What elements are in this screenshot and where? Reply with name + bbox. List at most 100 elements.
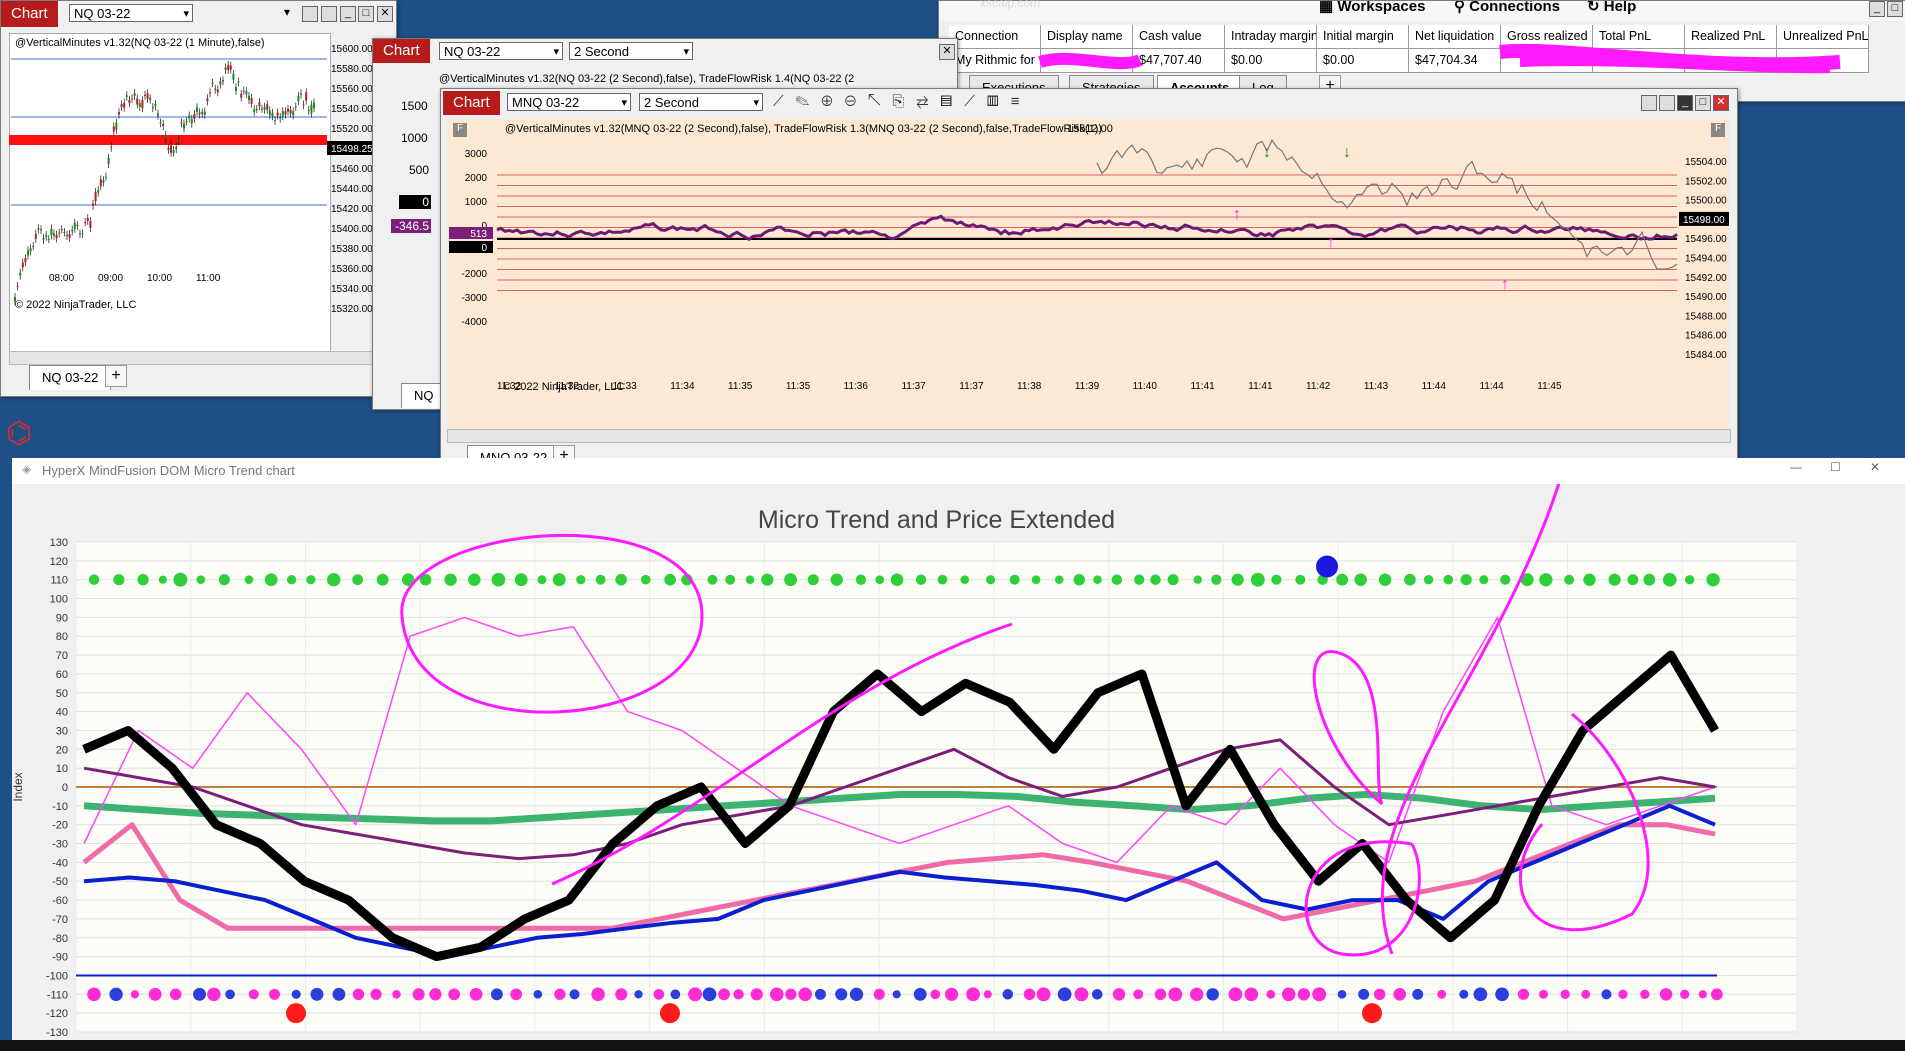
micro-trend-chart[interactable]: Micro Trend and Price Extended 130 120 110 1… [12, 484, 1905, 1042]
time-label: 11:37 [901, 381, 926, 392]
price-label: 15340.00 [331, 284, 373, 295]
chart-button[interactable]: Chart [1, 1, 58, 27]
candle [136, 98, 139, 105]
maximize-button[interactable]: □ [1695, 95, 1711, 111]
signal-dot [653, 988, 665, 1000]
candle [211, 82, 214, 84]
signal-dot [855, 574, 867, 585]
signal-dot [761, 573, 774, 586]
signal-dot [269, 988, 280, 1000]
tab-nq[interactable]: NQ 03-22 [29, 365, 112, 390]
f-button[interactable]: F [453, 123, 467, 137]
signal-dot [514, 573, 528, 587]
candle [229, 65, 232, 70]
add-tab-button[interactable]: + [105, 365, 127, 387]
horizontal-scrollbar[interactable] [9, 351, 391, 365]
signal-dot [1150, 574, 1161, 585]
y-tick-label: 40 [56, 707, 68, 719]
time-label: 11:44 [1479, 381, 1504, 392]
restore-button[interactable] [1641, 95, 1657, 111]
signal-dot [148, 987, 162, 1001]
chart-button[interactable]: Chart [373, 39, 430, 63]
signal-dot [890, 573, 904, 586]
signal-dot [1036, 987, 1051, 1002]
y-label: 1500 [401, 99, 428, 113]
time-label: 11:45 [1537, 381, 1562, 392]
signal-dot [1378, 573, 1392, 586]
interval-selector[interactable]: 2 Second [639, 93, 763, 112]
signal-dot [1074, 987, 1089, 1002]
minimize-button[interactable]: _ [340, 6, 356, 22]
toolbar-icons[interactable]: ⟋✎⊕⊖↖⎘⇄▤⟋▥≡ [773, 93, 1032, 110]
signal-dot [1685, 575, 1695, 585]
price-label: 15494.00 [1685, 254, 1727, 265]
horizontal-scrollbar[interactable] [447, 429, 1731, 443]
close-button[interactable]: ✕ [939, 44, 955, 60]
signal-dot [1206, 988, 1219, 1001]
indicator-label: @VerticalMinutes v1.32(NQ 03-22 (2 Secon… [439, 73, 855, 85]
signal-dot [1023, 988, 1036, 1001]
chevron-down-icon[interactable]: ▾ [284, 5, 290, 19]
candle [73, 222, 76, 229]
left-axis-label: 3000 [465, 149, 488, 160]
signal-dot [960, 575, 969, 584]
restore-button-2[interactable] [321, 6, 337, 22]
price-label: 15498.25 [331, 144, 373, 155]
signal-arrow-icon: ↓ [1263, 144, 1271, 161]
candle [175, 146, 178, 150]
f-button-right[interactable]: F [1711, 123, 1725, 137]
candle [183, 123, 185, 129]
signal-dot [670, 989, 681, 1000]
ninjatrader-desktop-icon[interactable]: ⌬ [6, 416, 50, 452]
candle [105, 176, 107, 178]
signal-dot [591, 987, 605, 1002]
restore-button-2[interactable] [1659, 95, 1675, 111]
y-tick-label: -50 [52, 876, 68, 888]
signal-dot [225, 989, 235, 1000]
instrument-selector[interactable]: NQ 03-22 [69, 4, 193, 23]
candle [149, 98, 152, 100]
zero-badge: 0 [399, 195, 431, 209]
time-label: 11:00 [196, 273, 221, 284]
restore-button[interactable] [302, 6, 318, 22]
minimize-button[interactable]: _ [1677, 95, 1693, 111]
candle [219, 81, 222, 85]
signal-dot [915, 574, 927, 585]
price-label: 15560.00 [331, 84, 373, 95]
candle [292, 111, 295, 116]
signal-dot [1231, 573, 1244, 586]
signal-dot [1112, 988, 1126, 1001]
y-tick-label: 30 [56, 725, 68, 737]
minimize-button[interactable]: — [1790, 460, 1802, 474]
candle [27, 250, 29, 256]
close-button[interactable]: ✕ [377, 6, 393, 22]
candle [97, 189, 100, 193]
interval-selector[interactable]: 2 Second [569, 42, 693, 61]
signal-dot [707, 574, 718, 585]
price-label: 15496.00 [1685, 234, 1727, 245]
signal-dot [835, 988, 848, 1001]
top-price-label: 15512.00 [1067, 123, 1113, 135]
close-button[interactable]: ✕ [1713, 95, 1729, 111]
time-label: 10:00 [147, 273, 172, 284]
candle [40, 229, 42, 231]
candle [281, 111, 284, 117]
candle [76, 224, 79, 226]
signal-dot [769, 987, 784, 1002]
instrument-selector[interactable]: MNQ 03-22 [507, 93, 631, 112]
chart-button[interactable]: Chart [443, 91, 500, 115]
signal-dot [158, 575, 167, 584]
close-button[interactable]: ✕ [1870, 460, 1880, 474]
y-tick-label: 70 [56, 650, 68, 662]
y-tick-label: -10 [52, 801, 68, 813]
instrument-selector[interactable]: NQ 03-22 [439, 42, 563, 61]
candle [180, 122, 183, 124]
maximize-button[interactable]: ☐ [1830, 460, 1841, 474]
maximize-button[interactable]: □ [358, 6, 374, 22]
candle [92, 203, 94, 206]
time-label: 11:43 [1364, 381, 1389, 392]
y-tick-label: -20 [52, 820, 68, 832]
signal-dot [576, 575, 586, 585]
signal-dot [1281, 987, 1296, 1002]
signal-dot [264, 573, 278, 587]
